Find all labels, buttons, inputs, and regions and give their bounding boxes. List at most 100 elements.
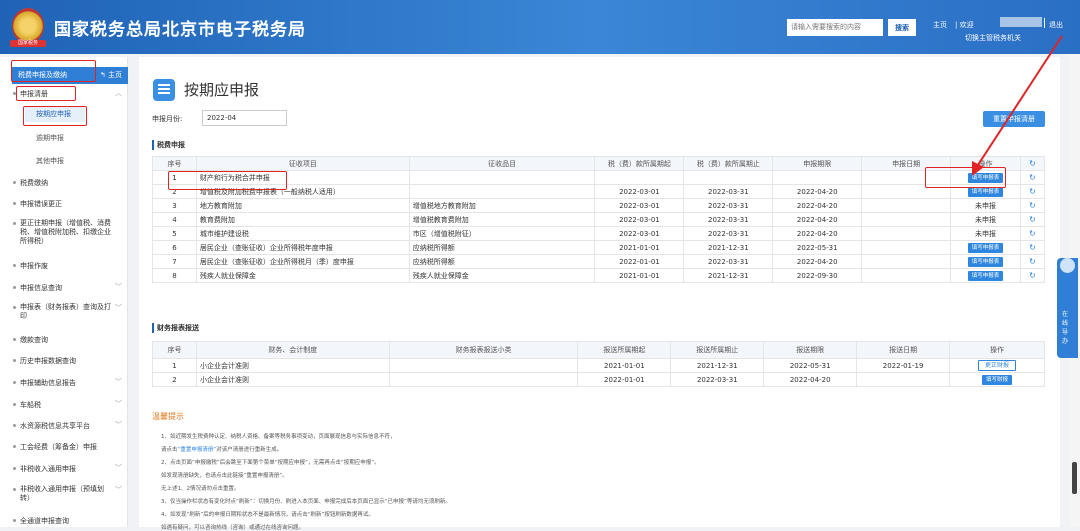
fill-form-button[interactable]: 填写申报表 (967, 242, 1004, 253)
sidebar-item-report-print[interactable]: 申报表（财务报表）查询及打印 (13, 303, 112, 321)
month-input[interactable]: 2022-04 (202, 110, 287, 126)
bullet-icon (13, 306, 16, 309)
reset-list-link[interactable]: “重置申报清册” (178, 447, 217, 453)
top-header: 国家税务 国家税务总局北京市电子税务局 搜索 主页 | 欢迎 退出 切换主管税务… (0, 0, 1080, 54)
fill-form-button[interactable]: 填写申报表 (967, 270, 1004, 281)
row-refresh: ↻ (1019, 184, 1046, 199)
annotation-box-fill-button (925, 167, 1006, 188)
table-row: 7 居民企业（查账征收）企业所得税月（季）度申报 应纳税所得额 2022-01-… (152, 254, 1046, 269)
sidebar-home-label: 主页 (108, 71, 122, 79)
row-item: 居民企业（查账征收）企业所得税年度申报 (195, 240, 410, 255)
row-end: 2022-03-31 (683, 212, 774, 227)
row-action: 填写财报 (949, 372, 1045, 387)
user-avatar-icon (1060, 258, 1075, 273)
sidebar-item-label: 更正往期申报（增值税、消费税、增值税附加税、扣缴企业所得税） (20, 219, 111, 245)
chevron-down-icon[interactable]: ﹀ (115, 463, 122, 473)
row-sub: 应纳税所得额 (408, 254, 596, 269)
switch-authority-link[interactable]: 切换主管税务机关 (965, 33, 1021, 43)
chevron-down-icon[interactable]: ﹀ (115, 377, 122, 387)
row-item: 居民企业（查账征收）企业所得税月（季）度申报 (195, 254, 410, 269)
col-header: 报送日期 (856, 341, 951, 359)
refresh-icon[interactable]: ↻ (1029, 201, 1036, 210)
sidebar-item-tax-payment[interactable]: 税费缴纳 (13, 178, 48, 188)
chevron-down-icon[interactable]: ﹀ (115, 420, 122, 430)
table-row: 5 城市维护建设税 市区（增值税附征） 2022-03-01 2022-03-3… (152, 226, 1046, 241)
row-sub: 增值税地方教育附加 (408, 198, 596, 213)
row-date (861, 212, 952, 227)
sidebar-subitem-other[interactable]: 其他申报 (36, 156, 64, 166)
home-link[interactable]: 主页 (933, 20, 947, 30)
chevron-down-icon[interactable]: ﹀ (115, 399, 122, 409)
row-date (856, 372, 951, 387)
page-title: 按期应申报 (184, 81, 260, 99)
tax-emblem-logo (12, 8, 44, 44)
row-end: 2022-03-31 (683, 198, 774, 213)
row-item: 城市维护建设税 (195, 226, 410, 241)
bullet-icon (13, 202, 16, 205)
tip-line: 1、如近期发生税费种认定、纳税人资格、备案等税务事项变动，页面展现信息与实际信息… (161, 434, 396, 440)
row-no: 1 (152, 358, 197, 373)
row-deadline: 2022-04-20 (763, 372, 858, 387)
fill-form-button[interactable]: 填写申报表 (967, 186, 1004, 197)
sidebar-item-nontax-prefill[interactable]: 非税收入通用申报（预填划转） (13, 485, 112, 503)
sidebar-item-all-channel[interactable]: 全通道申报查询 (13, 516, 69, 526)
row-action: 更正财报 (949, 358, 1045, 373)
sidebar-item-label: 申报作废 (20, 262, 48, 270)
table-row: 4 教育费附加 增值税教育费附加 2022-03-01 2022-03-31 2… (152, 212, 1046, 227)
bullet-icon (13, 338, 16, 341)
refresh-icon[interactable]: ↻ (1029, 229, 1036, 238)
table-row: 2 小企业会计准则 2022-01-01 2022-03-31 2022-04-… (152, 372, 1045, 387)
header-divider (1044, 18, 1045, 28)
row-end: 2021-12-31 (683, 240, 774, 255)
refresh-icon[interactable]: ↻ (1029, 187, 1036, 196)
bullet-icon (13, 359, 16, 362)
chevron-down-icon[interactable]: ﹀ (115, 303, 122, 313)
row-end (683, 170, 774, 185)
sidebar-item-water-tax[interactable]: 水资源税信息共享平台 (13, 421, 90, 431)
bullet-icon (13, 264, 16, 267)
refresh-icon[interactable]: ↻ (1029, 173, 1036, 182)
logout-link[interactable]: 退出 (1049, 20, 1063, 30)
sidebar-item-vehicle-tax[interactable]: 车船税 (13, 400, 41, 410)
sidebar-subitem-overdue[interactable]: 逾期申报 (36, 133, 64, 143)
correct-report-button[interactable]: 更正财报 (978, 360, 1017, 371)
sidebar-item-union-fee[interactable]: 工会经费（筹备金）申报 (13, 442, 97, 452)
sidebar-item-info-query[interactable]: 申报信息查询 (13, 283, 62, 293)
sidebar-item-aux-report[interactable]: 申报辅助信息报告 (13, 378, 76, 388)
chevron-down-icon[interactable]: ﹀ (115, 485, 122, 495)
fill-form-button[interactable]: 填写申报表 (967, 256, 1004, 267)
row-sub (388, 372, 579, 387)
sidebar-item-void[interactable]: 申报作废 (13, 261, 48, 271)
tip-line: 2、点击页面“申报缴税”后会跳至下面第个菜单“按期应申报”，无需再点击“按期应申… (161, 460, 380, 466)
bullet-icon (13, 467, 16, 470)
chevron-down-icon[interactable]: ﹀ (115, 282, 122, 292)
reset-list-button[interactable]: 重置申报清册 (983, 111, 1045, 127)
row-no: 7 (152, 254, 197, 269)
search-button[interactable]: 搜索 (888, 19, 916, 36)
sidebar-item-past-correction[interactable]: 更正往期申报（增值税、消费税、增值税附加税、扣缴企业所得税） (13, 219, 112, 246)
refresh-icon[interactable]: ↻ (1029, 215, 1036, 224)
bullet-icon (13, 519, 16, 522)
row-deadline: 2022-04-20 (772, 254, 863, 269)
refresh-icon[interactable]: ↻ (1029, 159, 1036, 168)
bullet-icon (13, 286, 16, 289)
chevron-up-icon[interactable]: ︿ (115, 88, 122, 98)
refresh-icon[interactable]: ↻ (1029, 271, 1036, 280)
annotation-box-combined-tax (168, 171, 287, 190)
search-input[interactable] (787, 19, 883, 36)
row-end: 2021-12-31 (683, 268, 774, 283)
sidebar-item-nontax-general[interactable]: 非税收入通用申报 (13, 464, 76, 474)
row-start: 2022-03-01 (594, 212, 685, 227)
scrollbar-thumb[interactable] (1072, 462, 1077, 494)
refresh-icon[interactable]: ↻ (1029, 257, 1036, 266)
refresh-icon[interactable]: ↻ (1029, 243, 1036, 252)
fill-report-button[interactable]: 填写财报 (982, 374, 1013, 385)
row-deadline (772, 170, 863, 185)
sidebar-item-payment-query[interactable]: 缴款查询 (13, 335, 48, 345)
sidebar-item-error-correction[interactable]: 申报错误更正 (13, 199, 62, 209)
tips-title: 温馨提示 (152, 412, 184, 421)
row-sub: 残疾人就业保障金 (408, 268, 596, 283)
sidebar-home-button[interactable]: ↰ 主页 (100, 67, 122, 84)
sidebar-item-history-query[interactable]: 历史申报数据查询 (13, 356, 76, 366)
row-action: 填写申报表 (950, 254, 1021, 269)
